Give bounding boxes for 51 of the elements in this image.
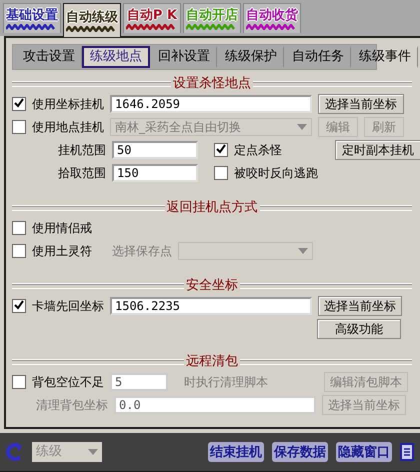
field-label: 选择保存点 xyxy=(112,243,172,259)
checkbox[interactable] xyxy=(12,299,26,313)
coordinate-field[interactable]: 1646.2059 xyxy=(110,95,312,113)
wave-icon xyxy=(126,24,178,30)
bottom-link[interactable]: 结束挂机 xyxy=(208,442,264,462)
dropdown-arrow-icon xyxy=(297,124,307,130)
timer-button[interactable]: 定时副本挂机 xyxy=(335,140,420,160)
section-title: 安全坐标 xyxy=(186,278,238,294)
main-tab[interactable]: 自动练级 xyxy=(63,3,121,37)
select-coordinate-button[interactable]: 选择当前坐标 xyxy=(318,296,402,316)
checkbox[interactable] xyxy=(12,221,26,235)
wave-icon xyxy=(246,24,298,30)
section-title: 远程清包 xyxy=(186,354,238,370)
field-label: 挂机范围 xyxy=(57,142,106,158)
checkbox[interactable] xyxy=(214,143,228,157)
wave-icon xyxy=(66,26,118,32)
wave-icon xyxy=(6,24,58,30)
main-tab[interactable]: 自动P K xyxy=(123,3,181,33)
dropdown-arrow-icon xyxy=(88,449,98,455)
field-label: 拾取范围 xyxy=(57,165,106,181)
dropdown-arrow-icon xyxy=(298,248,308,254)
advanced-button[interactable]: 高级功能 xyxy=(317,319,401,339)
sub-tab[interactable]: 练级地点 xyxy=(82,46,150,68)
bottom-link[interactable]: 隐藏窗口 xyxy=(336,442,392,462)
checkbox-label: 定点杀怪 xyxy=(234,142,283,158)
field-label: 时执行清理脚本 xyxy=(184,374,269,390)
checkbox-label: 使用坐标挂机 xyxy=(32,96,104,112)
bottom-link[interactable]: 保存数据 xyxy=(272,442,328,462)
checkbox-label: 使用土灵符 xyxy=(32,243,92,259)
checkbox[interactable] xyxy=(12,97,26,111)
section-title: 返回挂机点方式 xyxy=(166,200,258,216)
sub-tab[interactable]: 练级保护 xyxy=(217,46,284,68)
checkbox[interactable] xyxy=(12,244,26,258)
select-coordinate-button[interactable]: 选择当前坐标 xyxy=(318,94,404,114)
range-field[interactable]: 50 xyxy=(112,141,198,159)
checkbox-label: 卡墙先回坐标 xyxy=(32,298,104,314)
wave-icon xyxy=(186,24,238,30)
checkbox-label: 被咬时反向逃跑 xyxy=(234,165,318,181)
checkbox-label: 使用地点挂机 xyxy=(32,119,104,135)
checkbox[interactable] xyxy=(214,166,228,180)
sub-tab[interactable]: 练级事件 xyxy=(351,46,418,68)
section-title: 设置杀怪地点 xyxy=(173,76,251,92)
coordinate-field[interactable]: 1506.2235 xyxy=(110,297,312,315)
sub-tab[interactable]: 自动任务 xyxy=(284,46,351,68)
field-label: 清理背包坐标 xyxy=(35,397,108,413)
pickup-range-field[interactable]: 150 xyxy=(112,164,198,182)
main-tab[interactable]: 基础设置 xyxy=(3,3,61,33)
checkbox-label: 背包空位不足 xyxy=(32,374,104,390)
sub-tab[interactable]: 回补设置 xyxy=(150,46,217,68)
checkbox-label: 使用情侣戒 xyxy=(32,220,92,236)
menu-icon[interactable] xyxy=(400,443,414,461)
